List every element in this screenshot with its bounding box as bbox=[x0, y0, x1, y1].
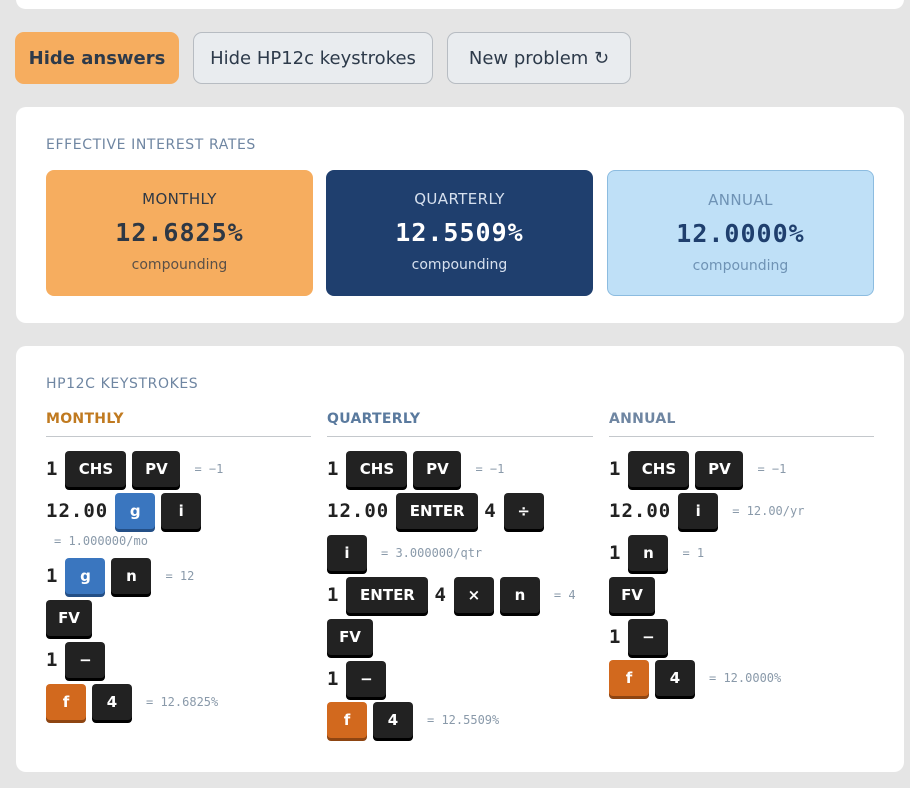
effective-rates-card: EFFECTIVE INTEREST RATES MONTHLY 12.6825… bbox=[16, 107, 904, 323]
step-result: = 12.0000% bbox=[709, 671, 782, 685]
step-result: = 12 bbox=[165, 569, 195, 583]
step-result: = −1 bbox=[757, 462, 787, 476]
annual-step-3: 1 n = 1 bbox=[609, 535, 704, 571]
quarterly-rate-value: 12.5509% bbox=[395, 218, 524, 247]
key-multiply: × bbox=[453, 577, 494, 613]
number-entry: 1 bbox=[46, 458, 59, 480]
quarterly-step-5: FV bbox=[327, 619, 379, 655]
annual-column-heading: ANNUAL bbox=[609, 411, 874, 437]
monthly-step-6: f 4 = 12.6825% bbox=[46, 684, 218, 720]
monthly-step-5: 1 − bbox=[46, 642, 111, 678]
step-result: = 12.00/yr bbox=[732, 504, 805, 518]
key-g: g bbox=[65, 558, 106, 594]
key-g: g bbox=[115, 493, 156, 529]
keystrokes-section-title: HP12C KEYSTROKES bbox=[46, 376, 199, 392]
keystrokes-card: HP12C KEYSTROKES MONTHLY QUARTERLY ANNUA… bbox=[16, 346, 904, 772]
number-entry: 1 bbox=[609, 626, 622, 648]
step-result: = 1 bbox=[682, 546, 705, 560]
quarterly-rate-box: QUARTERLY 12.5509% compounding bbox=[326, 170, 593, 296]
key-chs: CHS bbox=[346, 451, 408, 487]
key-enter: ENTER bbox=[346, 577, 429, 613]
annual-rate-sub: compounding bbox=[692, 258, 789, 274]
monthly-step-4: FV bbox=[46, 600, 98, 636]
number-entry: 4 bbox=[434, 584, 447, 606]
hide-answers-button[interactable]: Hide answers bbox=[15, 32, 179, 84]
number-entry: 1 bbox=[609, 458, 622, 480]
key-n: n bbox=[499, 577, 540, 613]
key-minus: − bbox=[346, 661, 387, 697]
number-entry: 12.00 bbox=[609, 500, 672, 522]
key-n: n bbox=[111, 558, 152, 594]
monthly-rate-value: 12.6825% bbox=[115, 218, 244, 247]
key-pv: PV bbox=[413, 451, 462, 487]
key-i: i bbox=[678, 493, 719, 529]
quarterly-rate-label: QUARTERLY bbox=[414, 190, 505, 208]
monthly-step-1: 1 CHS PV = −1 bbox=[46, 451, 223, 487]
number-entry: 1 bbox=[609, 542, 622, 564]
annual-step-5: 1 − bbox=[609, 619, 674, 655]
monthly-step-2: 12.00 g i bbox=[46, 493, 207, 529]
previous-card bbox=[16, 0, 904, 9]
quarterly-step-2: 12.00 ENTER 4 ÷ bbox=[327, 493, 550, 529]
key-f: f bbox=[327, 702, 367, 738]
annual-rate-box: ANNUAL 12.0000% compounding bbox=[607, 170, 874, 296]
key-chs: CHS bbox=[65, 451, 127, 487]
key-f: f bbox=[46, 684, 86, 720]
step-result: = −1 bbox=[475, 462, 505, 476]
quarterly-step-1: 1 CHS PV = −1 bbox=[327, 451, 504, 487]
monthly-rate-box: MONTHLY 12.6825% compounding bbox=[46, 170, 313, 296]
quarterly-step-7: f 4 = 12.5509% bbox=[327, 702, 499, 738]
quarterly-rate-sub: compounding bbox=[411, 257, 508, 273]
monthly-step-3: 1 g n = 12 bbox=[46, 558, 194, 594]
annual-step-6: f 4 = 12.0000% bbox=[609, 660, 781, 696]
number-entry: 1 bbox=[46, 565, 59, 587]
step-result: = 3.000000/qtr bbox=[381, 546, 483, 560]
key-i: i bbox=[327, 535, 367, 571]
key-4: 4 bbox=[655, 660, 695, 696]
monthly-column-heading: MONTHLY bbox=[46, 411, 311, 437]
key-fv: FV bbox=[609, 577, 655, 613]
annual-step-1: 1 CHS PV = −1 bbox=[609, 451, 786, 487]
monthly-rate-sub: compounding bbox=[131, 257, 228, 273]
number-entry: 12.00 bbox=[46, 500, 109, 522]
quarterly-step-6: 1 − bbox=[327, 661, 392, 697]
number-entry: 1 bbox=[327, 584, 340, 606]
quarterly-step-3: i = 3.000000/qtr bbox=[327, 535, 482, 571]
key-pv: PV bbox=[695, 451, 744, 487]
number-entry: 1 bbox=[327, 458, 340, 480]
key-i: i bbox=[161, 493, 202, 529]
key-n: n bbox=[628, 535, 669, 571]
annual-rate-value: 12.0000% bbox=[676, 219, 805, 248]
monthly-rate-label: MONTHLY bbox=[142, 190, 217, 208]
monthly-step-2-result: = 1.000000/mo bbox=[46, 526, 148, 556]
key-4: 4 bbox=[92, 684, 132, 720]
new-problem-button[interactable]: New problem ↻ bbox=[447, 32, 631, 84]
quarterly-step-4: 1 ENTER 4 × n = 4 bbox=[327, 577, 576, 613]
step-result: = 4 bbox=[553, 588, 576, 602]
number-entry: 1 bbox=[46, 649, 59, 671]
number-entry: 12.00 bbox=[327, 500, 390, 522]
quarterly-column-heading: QUARTERLY bbox=[327, 411, 593, 437]
key-fv: FV bbox=[46, 600, 92, 636]
annual-step-2: 12.00 i = 12.00/yr bbox=[609, 493, 804, 529]
hide-keystrokes-button[interactable]: Hide HP12c keystrokes bbox=[193, 32, 433, 84]
step-result: = −1 bbox=[194, 462, 224, 476]
key-divide: ÷ bbox=[503, 493, 544, 529]
key-pv: PV bbox=[132, 451, 181, 487]
annual-rate-label: ANNUAL bbox=[708, 191, 773, 209]
number-entry: 4 bbox=[484, 500, 497, 522]
step-result: = 12.5509% bbox=[427, 713, 500, 727]
key-4: 4 bbox=[373, 702, 413, 738]
rates-section-title: EFFECTIVE INTEREST RATES bbox=[46, 137, 256, 153]
number-entry: 1 bbox=[327, 668, 340, 690]
step-result: = 1.000000/mo bbox=[54, 534, 148, 548]
key-minus: − bbox=[65, 642, 106, 678]
key-minus: − bbox=[628, 619, 669, 655]
key-chs: CHS bbox=[628, 451, 690, 487]
annual-step-4: FV bbox=[609, 577, 661, 613]
key-enter: ENTER bbox=[396, 493, 479, 529]
step-result: = 12.6825% bbox=[146, 695, 219, 709]
key-f: f bbox=[609, 660, 649, 696]
key-fv: FV bbox=[327, 619, 373, 655]
